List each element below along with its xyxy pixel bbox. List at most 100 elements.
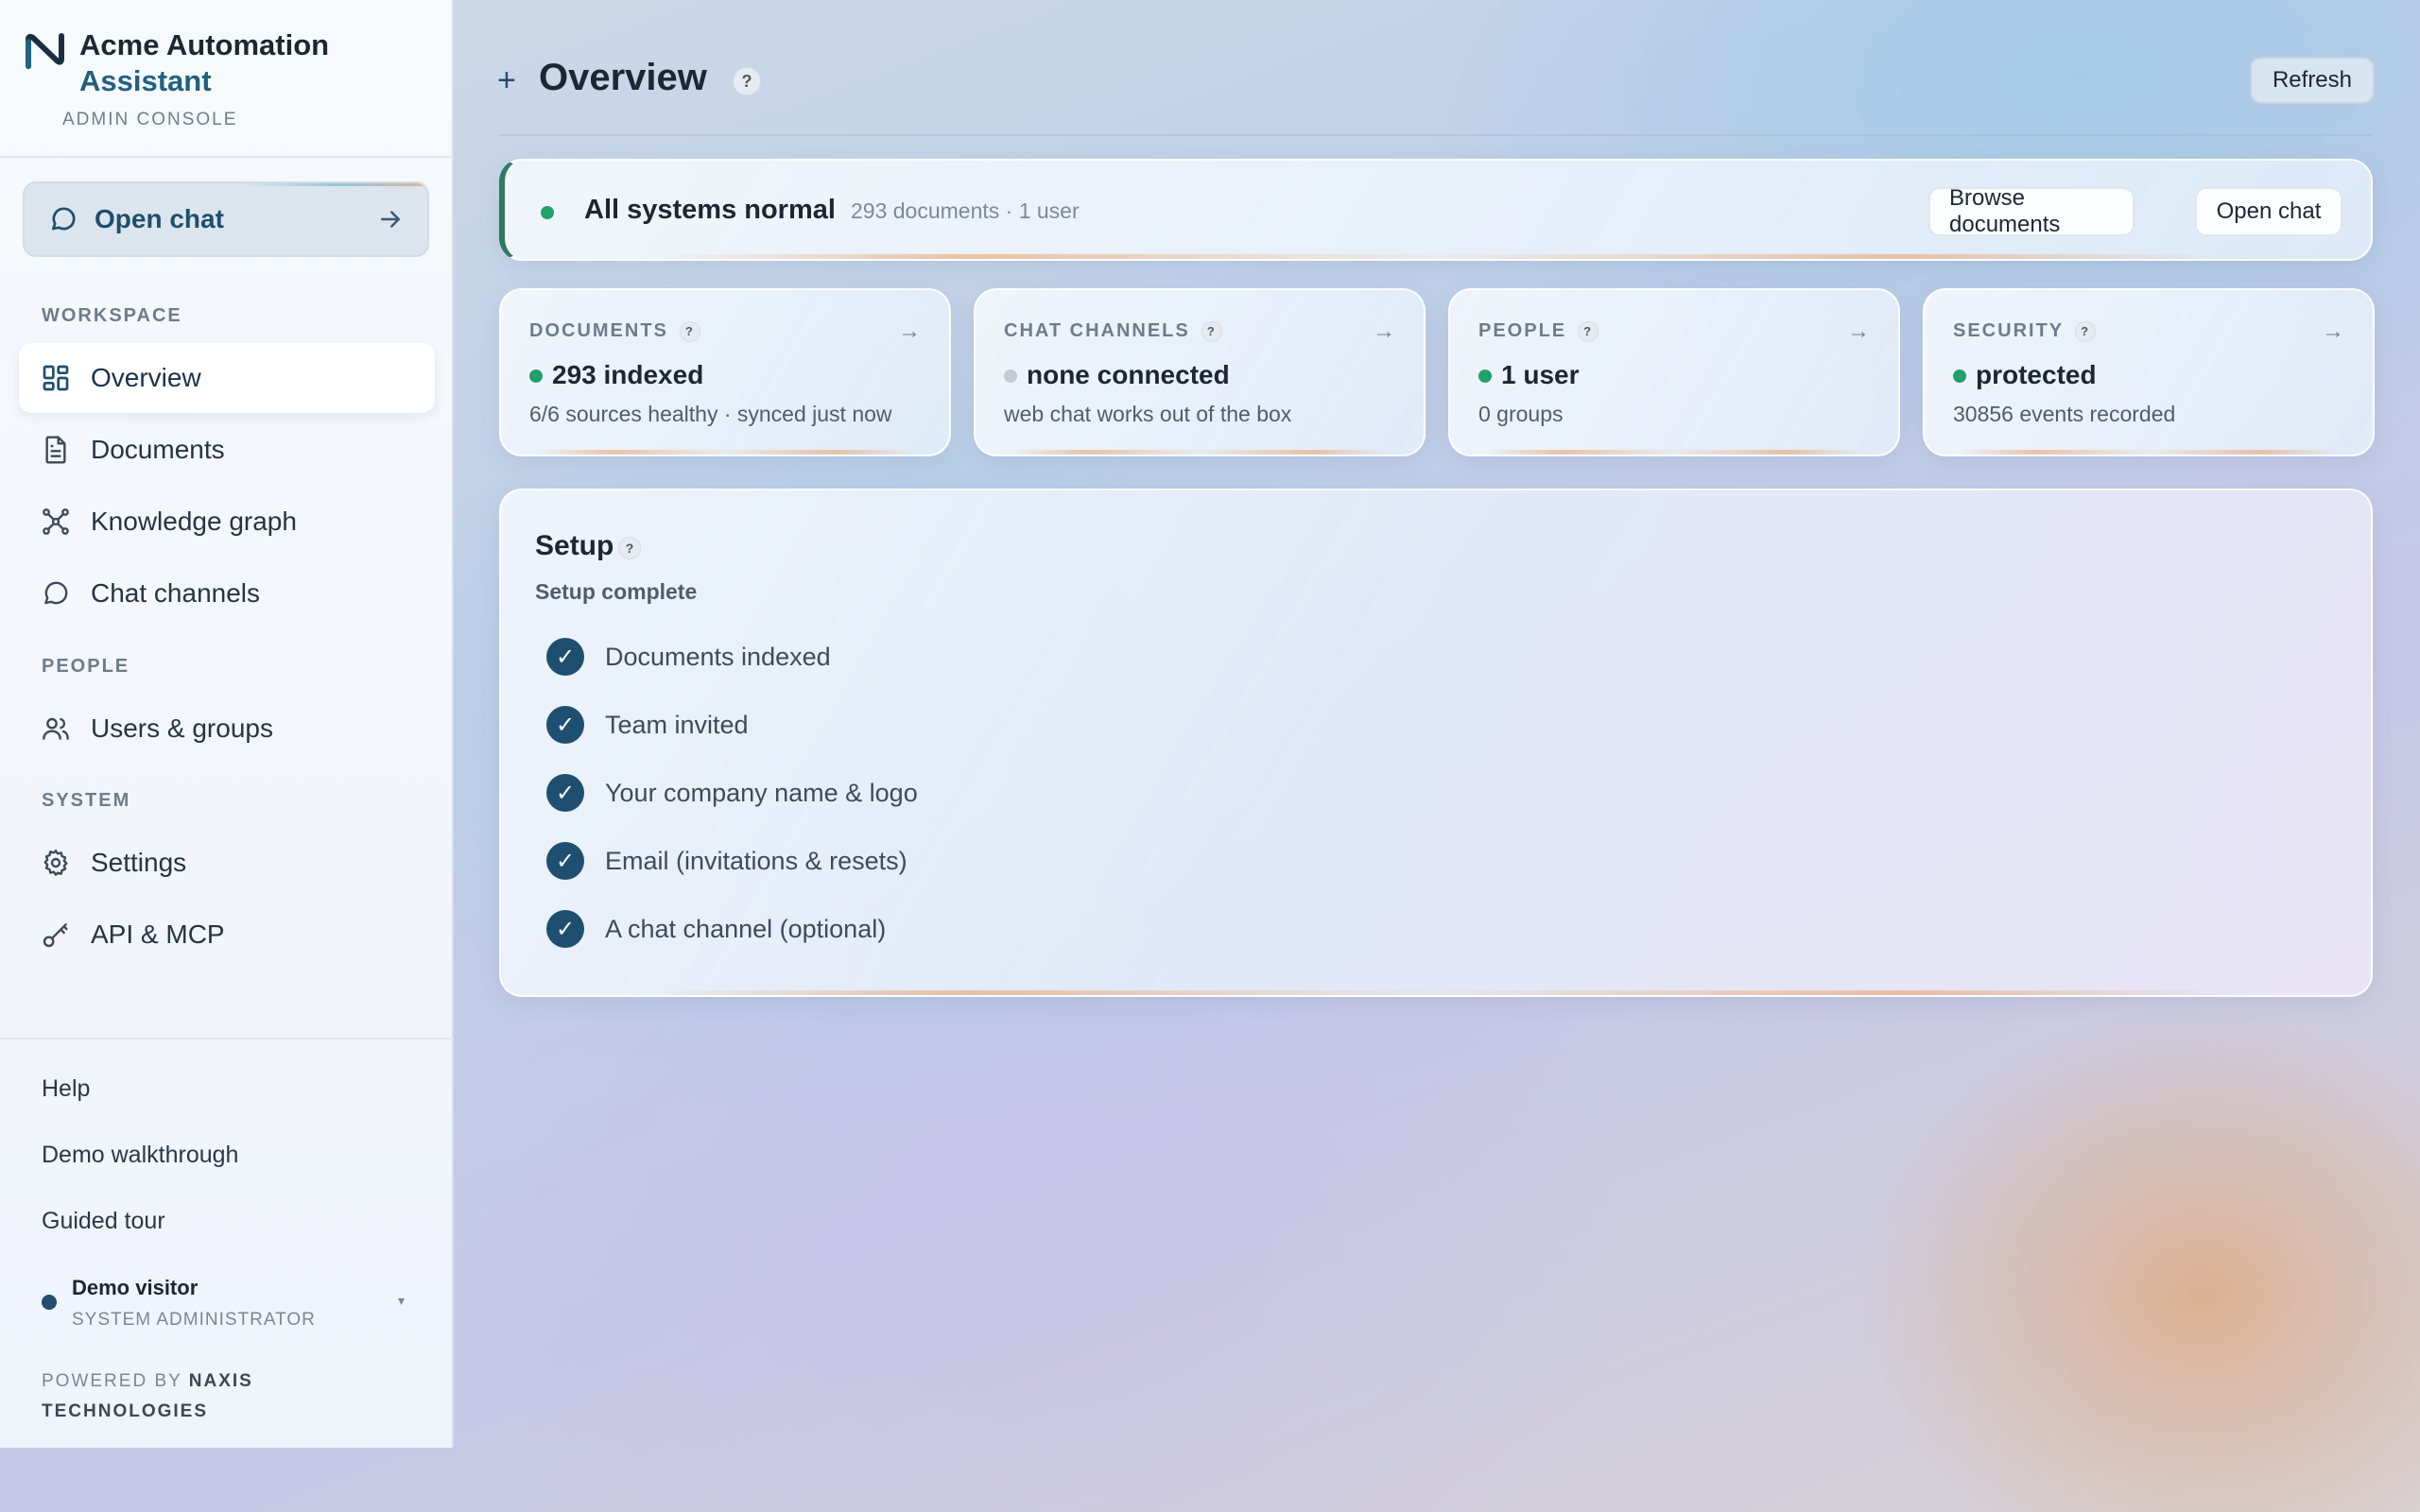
sidebar-item-users-groups[interactable]: Users & groups	[19, 694, 435, 764]
setup-item-label: Email (invitations & resets)	[605, 846, 908, 875]
stat-label: PEOPLE?	[1478, 320, 1599, 342]
checkmark-icon: ✓	[546, 638, 584, 676]
arrow-right-icon: →	[2322, 318, 2344, 344]
checkmark-icon: ✓	[546, 774, 584, 812]
nav-section-system: SYSTEM	[42, 790, 131, 811]
checkmark-icon: ✓	[546, 910, 584, 948]
header-divider	[499, 134, 2373, 136]
setup-item-label: Team invited	[605, 710, 749, 739]
stat-label: CHAT CHANNELS?	[1004, 320, 1222, 342]
stat-card-people[interactable]: PEOPLE? → 1 user 0 groups	[1448, 288, 1900, 456]
help-icon[interactable]: ?	[733, 67, 761, 95]
sidebar-item-settings[interactable]: Settings	[19, 828, 435, 898]
guided-tour-link[interactable]: Guided tour	[42, 1208, 165, 1235]
powered-by: POWERED BY NAXIS TECHNOLOGIES	[42, 1366, 382, 1427]
sidebar-item-knowledge-graph[interactable]: Knowledge graph	[19, 487, 435, 557]
stat-detail: 0 groups	[1478, 402, 1564, 426]
sidebar-item-label: API & MCP	[91, 919, 225, 949]
status-summary: 293 documents · 1 user	[851, 198, 1080, 223]
stat-detail: web chat works out of the box	[1004, 402, 1292, 426]
sidebar-item-documents[interactable]: Documents	[19, 415, 435, 485]
open-chat-button[interactable]: Open chat	[23, 181, 429, 257]
open-chat-label: Open chat	[95, 204, 224, 233]
stat-value: none connected	[1027, 360, 1230, 389]
status-title: All systems normal	[584, 195, 836, 225]
arrow-right-icon: →	[1847, 318, 1870, 344]
setup-item-label: A chat channel (optional)	[605, 914, 887, 943]
setup-title: Setup	[535, 530, 614, 561]
sidebar-item-label: Documents	[91, 435, 225, 464]
stat-value: protected	[1976, 360, 2097, 389]
help-icon[interactable]: ?	[2075, 320, 2097, 342]
stat-label-text: DOCUMENTS	[529, 320, 668, 341]
system-status-banner: All systems normal 293 documents · 1 use…	[499, 159, 2373, 261]
setup-status: Setup complete	[535, 579, 698, 604]
setup-item-label: Your company name & logo	[605, 778, 918, 807]
graph-icon	[40, 506, 72, 538]
brand-title: Acme Automation	[79, 28, 330, 61]
checkmark-icon: ✓	[546, 706, 584, 744]
arrow-right-icon	[381, 211, 400, 228]
stat-value: 1 user	[1501, 360, 1580, 389]
help-link[interactable]: Help	[42, 1075, 90, 1103]
sidebar: Acme Automation Assistant ADMIN CONSOLE …	[0, 0, 454, 1448]
brand-subtitle: ADMIN CONSOLE	[62, 110, 238, 129]
add-icon[interactable]: +	[497, 62, 516, 99]
status-dot	[1478, 369, 1492, 383]
help-icon[interactable]: ?	[1201, 320, 1222, 342]
sidebar-divider	[0, 156, 454, 158]
sidebar-item-label: Knowledge graph	[91, 507, 297, 536]
status-dot	[541, 206, 554, 219]
stat-value: 293 indexed	[552, 360, 704, 389]
setup-item: ✓ Team invited	[546, 704, 749, 746]
stat-card-chat-channels[interactable]: CHAT CHANNELS? → none connected web chat…	[974, 288, 1426, 456]
setup-item: ✓ Your company name & logo	[546, 772, 918, 814]
status-dot	[1953, 369, 1966, 383]
sidebar-item-chat-channels[interactable]: Chat channels	[19, 558, 435, 628]
sidebar-item-label: Chat channels	[91, 578, 261, 608]
setup-item: ✓ Email (invitations & resets)	[546, 840, 908, 882]
stat-detail: 6/6 sources healthy · synced just now	[529, 402, 892, 426]
arrow-right-icon: →	[898, 318, 921, 344]
demo-walkthrough-link[interactable]: Demo walkthrough	[42, 1142, 238, 1169]
page-title: Overview	[539, 57, 707, 98]
help-icon[interactable]: ?	[679, 320, 700, 342]
user-menu[interactable]: Demo visitor SYSTEM ADMINISTRATOR ▾	[42, 1272, 416, 1332]
users-icon	[40, 713, 72, 745]
stat-detail: 30856 events recorded	[1953, 402, 2176, 426]
user-name: Demo visitor	[72, 1276, 199, 1299]
stat-label-text: SECURITY	[1953, 320, 2065, 341]
key-icon	[40, 919, 72, 951]
open-chat-button[interactable]: Open chat	[2195, 187, 2342, 236]
stat-card-documents[interactable]: DOCUMENTS? → 293 indexed 6/6 sources hea…	[499, 288, 951, 456]
stat-label: DOCUMENTS?	[529, 320, 700, 342]
user-status-dot	[42, 1295, 57, 1310]
setup-item: ✓ Documents indexed	[546, 636, 831, 678]
user-role: SYSTEM ADMINISTRATOR	[72, 1310, 316, 1330]
grid-icon	[40, 362, 72, 394]
nav-section-workspace: WORKSPACE	[42, 305, 182, 326]
sidebar-item-api-mcp[interactable]: API & MCP	[19, 900, 435, 970]
sidebar-item-label: Settings	[91, 848, 187, 877]
chat-bubble-icon	[47, 203, 79, 235]
sidebar-divider	[0, 1038, 454, 1040]
stat-label: SECURITY?	[1953, 320, 2097, 342]
document-icon	[40, 434, 72, 466]
stat-card-security[interactable]: SECURITY? → protected 30856 events recor…	[1923, 288, 2375, 456]
status-dot	[1004, 369, 1017, 383]
arrow-right-icon: →	[1373, 318, 1395, 344]
setup-item-label: Documents indexed	[605, 642, 831, 671]
sidebar-item-overview[interactable]: Overview	[19, 343, 435, 413]
setup-item: ✓ A chat channel (optional)	[546, 908, 886, 950]
sidebar-item-label: Overview	[91, 363, 201, 392]
stat-label-text: PEOPLE	[1478, 320, 1567, 341]
help-icon[interactable]: ?	[1578, 320, 1599, 342]
chat-bubble-icon	[40, 577, 72, 610]
stat-label-text: CHAT CHANNELS	[1004, 320, 1190, 341]
sidebar-item-label: Users & groups	[91, 713, 273, 743]
brand-title-accent: Assistant	[79, 64, 212, 97]
help-icon[interactable]: ?	[618, 537, 641, 559]
brand-logo-icon	[26, 33, 64, 69]
refresh-button[interactable]: Refresh	[2250, 57, 2375, 104]
browse-documents-button[interactable]: Browse documents	[1928, 185, 2135, 237]
